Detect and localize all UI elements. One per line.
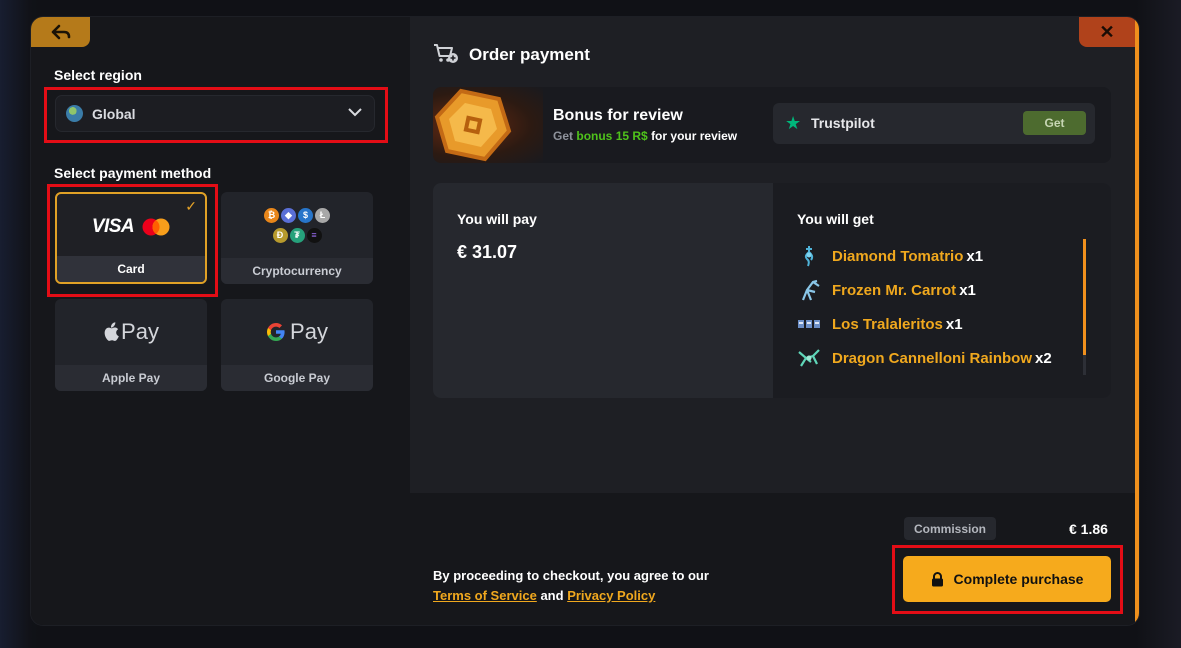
bonus-title: Bonus for review (553, 107, 683, 124)
bonus-amount: bonus 15 R$ (576, 129, 648, 143)
region-select[interactable]: Global (55, 95, 375, 132)
commission-value: € 1.86 (1069, 521, 1108, 537)
dragon-cannelloni-icon (798, 349, 820, 367)
item-qty: x1 (959, 281, 976, 299)
checkout-footer: By proceeding to checkout, you agree to … (410, 493, 1135, 625)
robux-coin-icon (434, 88, 512, 162)
close-icon: ✕ (1099, 21, 1115, 42)
item-qty: x1 (966, 247, 984, 265)
list-item: Dragon Cannelloni Rainbow x2 (797, 341, 1077, 375)
select-region-label: Select region (54, 67, 142, 83)
payment-method-label: Card (57, 256, 205, 282)
dogecoin-icon: Ð (272, 227, 288, 243)
payment-modal: Select region Global Select payment meth… (31, 17, 1139, 625)
checkout-agreement-text: By proceeding to checkout, you agree to … (433, 566, 723, 606)
mastercard-icon (142, 218, 170, 236)
robux-coin-art (433, 87, 543, 163)
visa-logo: VISA (91, 216, 135, 237)
back-arrow-icon (51, 24, 70, 40)
you-will-get-label: You will get (797, 211, 874, 227)
item-name: Los Tralaleritos (832, 315, 943, 333)
tether-icon: ₮ (289, 227, 305, 243)
item-qty: x1 (945, 315, 963, 333)
agreement-prefix: By proceeding to checkout, you agree to … (433, 568, 709, 583)
item-name: Frozen Mr. Carrot (832, 281, 957, 299)
google-pay-logo: Pay (221, 299, 373, 365)
payment-method-label: Google Pay (221, 365, 373, 391)
payment-method-apple-pay[interactable]: Pay Apple Pay (55, 299, 207, 391)
google-pay-text: Pay (290, 319, 328, 344)
ethereum-icon: ◆ (281, 208, 296, 224)
lock-icon (931, 571, 943, 586)
order-summary: You will pay € 31.07 You will get Diamon… (433, 183, 1111, 398)
get-column: You will get Diamond Tomatrio x1 Frozen … (773, 183, 1111, 398)
chevron-down-icon (348, 108, 362, 117)
globe-icon (66, 105, 83, 122)
google-g-icon (267, 323, 285, 341)
commission-label: Commission (904, 517, 997, 540)
review-bonus-card: Bonus for review Get bonus 15 R$ for you… (433, 87, 1111, 163)
apple-pay-logo: Pay (55, 299, 207, 365)
payment-options-panel: Select region Global Select payment meth… (31, 17, 410, 625)
terms-of-service-link[interactable]: Terms of Service (433, 588, 537, 603)
usdc-icon: $ (298, 207, 313, 223)
frozen-mr-carrot-icon (801, 279, 820, 301)
list-item: Diamond Tomatrio x1 (797, 239, 1077, 273)
selected-check-icon: ✓ (185, 198, 197, 214)
crypto-logos: ₿ ◆ $ Ł Ð ₮ ≡ (221, 192, 373, 258)
close-button[interactable]: ✕ (1079, 17, 1135, 47)
payment-method-cryptocurrency[interactable]: ₿ ◆ $ Ł Ð ₮ ≡ Cryptocurrency (221, 192, 373, 284)
order-payment-title: Order payment (469, 45, 590, 64)
payment-method-card[interactable]: VISA ✓ Card (55, 192, 207, 284)
payment-method-label: Apple Pay (55, 365, 207, 391)
trustpilot-review-row: ★ Trustpilot Get (773, 103, 1095, 144)
litecoin-icon: Ł (315, 207, 330, 223)
los-tralaleritos-icon (798, 320, 820, 328)
items-scrollbar-thumb[interactable] (1083, 239, 1086, 355)
trustpilot-star-icon: ★ (785, 113, 802, 133)
item-qty: x2 (1035, 349, 1052, 367)
pay-column: You will pay € 31.07 (433, 183, 773, 398)
you-will-pay-label: You will pay (457, 211, 537, 227)
region-value: Global (92, 105, 136, 122)
back-button[interactable] (31, 17, 90, 47)
solana-icon: ≡ (306, 227, 322, 243)
bitcoin-icon: ₿ (264, 207, 279, 223)
agreement-and: and (540, 588, 564, 603)
pay-amount: € 31.07 (457, 242, 518, 262)
order-payment-panel: ✕ Order payment Bonus for review Get bon… (410, 17, 1139, 625)
get-bonus-button[interactable]: Get (1023, 111, 1086, 135)
complete-purchase-label: Complete purchase (953, 571, 1084, 587)
apple-pay-text: Pay (121, 319, 159, 344)
list-item: Frozen Mr. Carrot x1 (797, 273, 1077, 307)
diamond-tomatrio-icon (804, 246, 814, 267)
trustpilot-label: Trustpilot (811, 115, 875, 131)
select-payment-method-label: Select payment method (54, 165, 212, 181)
list-item: Los Tralaleritos x1 (797, 307, 1077, 341)
cart-icon (434, 44, 458, 63)
items-list[interactable]: Diamond Tomatrio x1 Frozen Mr. Carrot x1 (797, 239, 1077, 375)
item-name: Dragon Cannelloni Rainbow (832, 349, 1033, 367)
payment-method-google-pay[interactable]: Pay Google Pay (221, 299, 373, 391)
payment-method-label: Cryptocurrency (221, 258, 373, 284)
privacy-policy-link[interactable]: Privacy Policy (567, 588, 655, 603)
apple-icon (104, 322, 119, 341)
card-logos: VISA (57, 194, 205, 260)
bonus-sub-suffix: for your review (651, 129, 738, 143)
item-name: Diamond Tomatrio (832, 247, 964, 265)
bonus-subtitle: Get bonus 15 R$ for your review (553, 129, 737, 143)
bonus-sub-prefix: Get (553, 129, 574, 143)
complete-purchase-button[interactable]: Complete purchase (903, 556, 1111, 602)
